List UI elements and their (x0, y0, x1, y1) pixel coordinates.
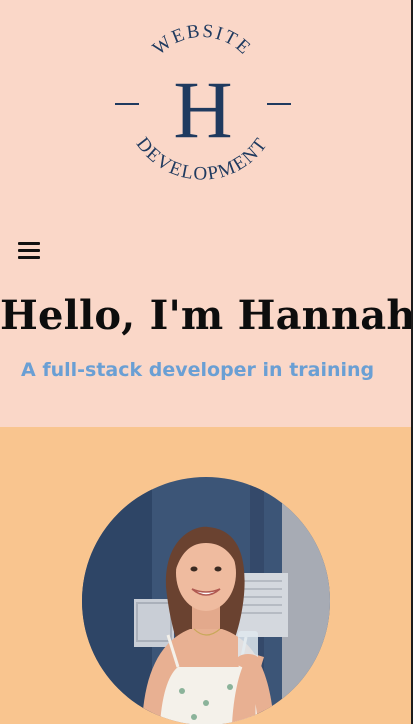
hero-tagline: A full-stack developer in training (21, 359, 375, 381)
site-logo[interactable]: WEBSITE DEVELOPMENT H (107, 22, 297, 200)
profile-photo (82, 477, 330, 724)
hero-headline: Hello, I'm Hannah! (0, 292, 413, 339)
logo-top-text: WEBSITE (149, 22, 254, 60)
menu-button[interactable] (16, 240, 44, 262)
hero-section: WEBSITE DEVELOPMENT H Hello, I'm Hannah!… (0, 0, 413, 427)
svg-text:WEBSITE: WEBSITE (149, 22, 256, 60)
logo-monogram: H (173, 64, 232, 155)
page: WEBSITE DEVELOPMENT H Hello, I'm Hannah!… (0, 0, 413, 724)
